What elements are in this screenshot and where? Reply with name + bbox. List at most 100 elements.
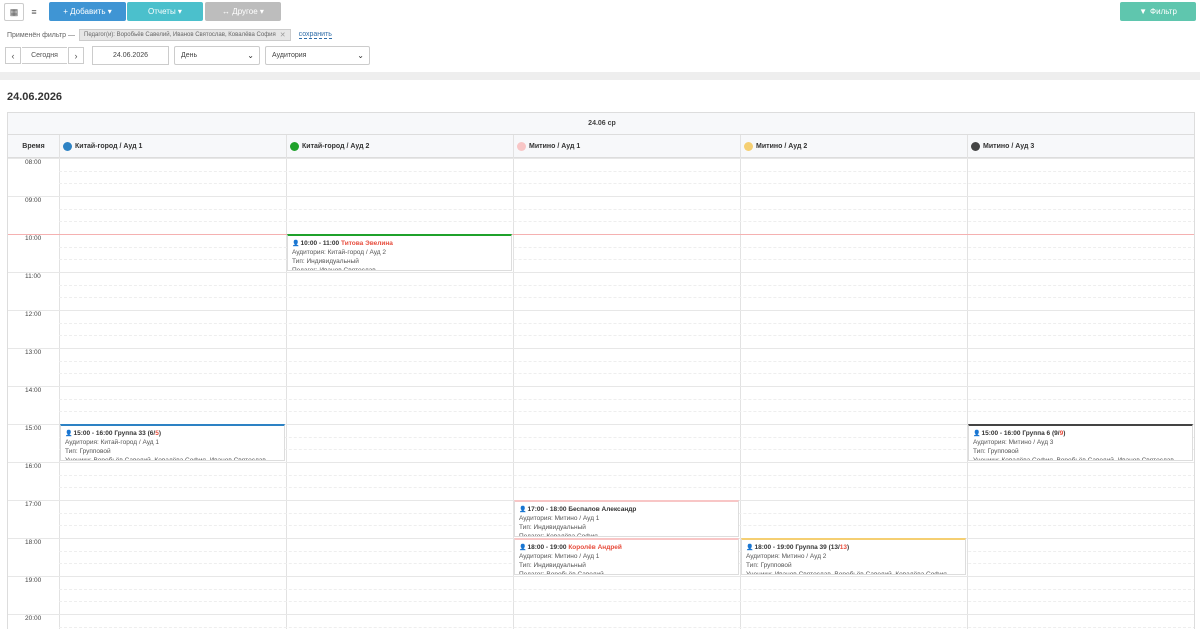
time-slot-line xyxy=(59,588,1194,590)
other-button[interactable]: ↔ Другое ▾ xyxy=(205,2,281,21)
lesson-event[interactable]: 👤15:00 - 16:00 Группа 33 (6/5) Аудитория:… xyxy=(60,424,285,461)
time-column-header: Время xyxy=(8,135,59,158)
lesson-count: 13 xyxy=(839,544,848,551)
time-label: 20:00 xyxy=(25,615,42,622)
time-slot-line xyxy=(59,398,1194,400)
time-slot-line xyxy=(59,626,1194,628)
view-select[interactable]: День ⌄ xyxy=(174,46,260,65)
lesson-event[interactable]: 👤15:00 - 16:00 Группа 6 (9/9) Аудитория: … xyxy=(968,424,1193,461)
today-button[interactable]: Сегодня xyxy=(22,47,67,64)
lesson-name: Королёв Андрей xyxy=(568,544,622,551)
close-icon[interactable]: ✕ xyxy=(280,31,286,39)
time-slot-line xyxy=(59,322,1194,324)
room-column-header: Митино / Ауд 3 xyxy=(967,135,1194,158)
time-label: 17:00 xyxy=(25,501,42,508)
current-time-line xyxy=(8,234,1194,235)
hour-line xyxy=(8,310,1194,311)
lesson-count: 9 xyxy=(1059,430,1064,437)
filter-tag[interactable]: Педагог(и): Воробьёв Савелий, Иванов Свя… xyxy=(79,29,291,41)
lesson-type: Тип: Индивидуальный xyxy=(519,524,586,531)
time-label: 18:00 xyxy=(25,539,42,546)
lesson-name: Титова Эвелина xyxy=(340,240,393,247)
lesson-event[interactable]: 👤18:00 - 19:00 Королёв Андрей Аудитория: … xyxy=(514,538,739,575)
time-label: 13:00 xyxy=(25,349,42,356)
room-column-header: Китай-город / Ауд 2 xyxy=(286,135,513,158)
lesson-details: Педагог: Иванов Святослав xyxy=(292,267,376,271)
lesson-title: 👤15:00 - 16:00 Группа 6 (9/9) xyxy=(973,430,1066,437)
chevron-left-icon: ‹ xyxy=(11,50,15,61)
room-color-dot xyxy=(744,141,753,151)
person-icon: 👤 xyxy=(519,545,527,551)
room-color-dot xyxy=(517,141,526,151)
lesson-room: Аудитория: Митино / Ауд 2 xyxy=(746,553,827,560)
day-calendar: 24.06 ср Время Китай-город / Ауд 1 Китай-… xyxy=(7,112,1195,629)
lesson-details: Педагог: Воробьёв Савелий xyxy=(519,571,604,575)
add-button[interactable]: + Добавить ▾ xyxy=(49,2,126,21)
time-slot-line xyxy=(59,208,1194,210)
prev-day-button[interactable]: ‹ xyxy=(5,47,21,64)
lesson-name: Группа 6 xyxy=(1022,430,1051,437)
save-filter-link[interactable]: сохранить xyxy=(298,31,332,39)
time-slot-line xyxy=(59,246,1194,248)
time-label: 14:00 xyxy=(25,387,42,394)
lesson-event[interactable]: 👤17:00 - 18:00 Беспалов Александр Аудитор… xyxy=(514,500,739,537)
person-icon: 👤 xyxy=(65,431,73,437)
hour-line xyxy=(8,348,1194,349)
lesson-event[interactable]: 👤18:00 - 19:00 Группа 39 (13/13) Аудитори… xyxy=(741,538,966,575)
hour-line xyxy=(8,614,1194,615)
time-label: 11:00 xyxy=(25,273,41,280)
lesson-room: Аудитория: Китай-город / Ауд 2 xyxy=(292,249,386,256)
person-icon: 👤 xyxy=(973,431,981,437)
next-day-button[interactable]: › xyxy=(68,47,84,64)
chevron-down-icon: ⌄ xyxy=(247,51,254,60)
time-slot-line xyxy=(59,411,1194,412)
lesson-name: Беспалов Александр xyxy=(568,506,637,513)
room-color-dot xyxy=(290,141,299,151)
calendar-view-icon[interactable]: ▦ xyxy=(4,3,24,21)
chevron-down-icon: ⌄ xyxy=(357,51,364,60)
lesson-name: Группа 39 xyxy=(795,544,827,551)
hour-line xyxy=(8,386,1194,387)
list-view-icon[interactable]: ≡ xyxy=(24,3,44,21)
person-icon: 👤 xyxy=(746,545,754,551)
room-column-label: Китай-город / Ауд 1 xyxy=(75,142,143,150)
time-slot-line xyxy=(59,183,1194,184)
hour-line xyxy=(8,272,1194,273)
chevron-right-icon: › xyxy=(74,50,78,61)
lesson-title: 👤18:00 - 19:00 Группа 39 (13/13) xyxy=(746,544,850,551)
time-label: 15:00 xyxy=(25,425,42,432)
lesson-room: Аудитория: Митино / Ауд 1 xyxy=(519,515,600,522)
lesson-room: Аудитория: Китай-город / Ауд 1 xyxy=(65,439,159,446)
hour-line xyxy=(8,196,1194,197)
room-color-dot xyxy=(971,141,980,151)
lesson-title: 👤15:00 - 16:00 Группа 33 (6/5) xyxy=(65,430,161,437)
top-toolbar: ▦ ≡ + Добавить ▾ Отчеты ▾ ↔ Другое ▾ ▼ Ф… xyxy=(0,0,1200,72)
time-label: 09:00 xyxy=(25,197,42,204)
time-label: 19:00 xyxy=(25,577,42,584)
room-column-header: Митино / Ауд 2 xyxy=(740,135,967,158)
filter-button[interactable]: ▼ Фильтр xyxy=(1120,2,1196,21)
room-column-label: Митино / Ауд 2 xyxy=(756,142,808,150)
day-header: 24.06 ср xyxy=(8,113,1194,135)
lesson-event[interactable]: 👤10:00 - 11:00 Титова Эвелина Аудитория: … xyxy=(287,234,512,271)
reports-button[interactable]: Отчеты ▾ xyxy=(127,2,203,21)
time-slot-line xyxy=(59,335,1194,336)
lesson-room: Аудитория: Митино / Ауд 3 xyxy=(973,439,1054,446)
page-title: 24.06.2026 xyxy=(7,91,63,103)
time-slot-line xyxy=(59,259,1194,260)
lesson-type: Тип: Групповой xyxy=(973,448,1019,455)
applied-filter-bar: Применён фильтр — Педагог(и): Воробьёв С… xyxy=(7,29,332,41)
group-by-select[interactable]: Аудитория ⌄ xyxy=(265,46,370,65)
filter-icon: ▼ xyxy=(1139,7,1148,16)
person-icon: 👤 xyxy=(292,241,300,247)
time-slot-line xyxy=(59,474,1194,476)
lesson-details: Ученики: Ковалёва София, Воробьёв Савели… xyxy=(973,457,1174,461)
room-color-dot xyxy=(63,141,72,151)
time-label: 12:00 xyxy=(25,311,42,318)
person-icon: 👤 xyxy=(519,507,527,513)
group-by-select-value: Аудитория xyxy=(272,52,307,59)
lesson-details: Ученики: Воробьёв Савелий, Ковалёва Софи… xyxy=(65,457,266,461)
hour-line xyxy=(8,462,1194,463)
date-field[interactable]: 24.06.2026 xyxy=(92,46,169,65)
room-column-header: Китай-город / Ауд 1 xyxy=(59,135,286,158)
